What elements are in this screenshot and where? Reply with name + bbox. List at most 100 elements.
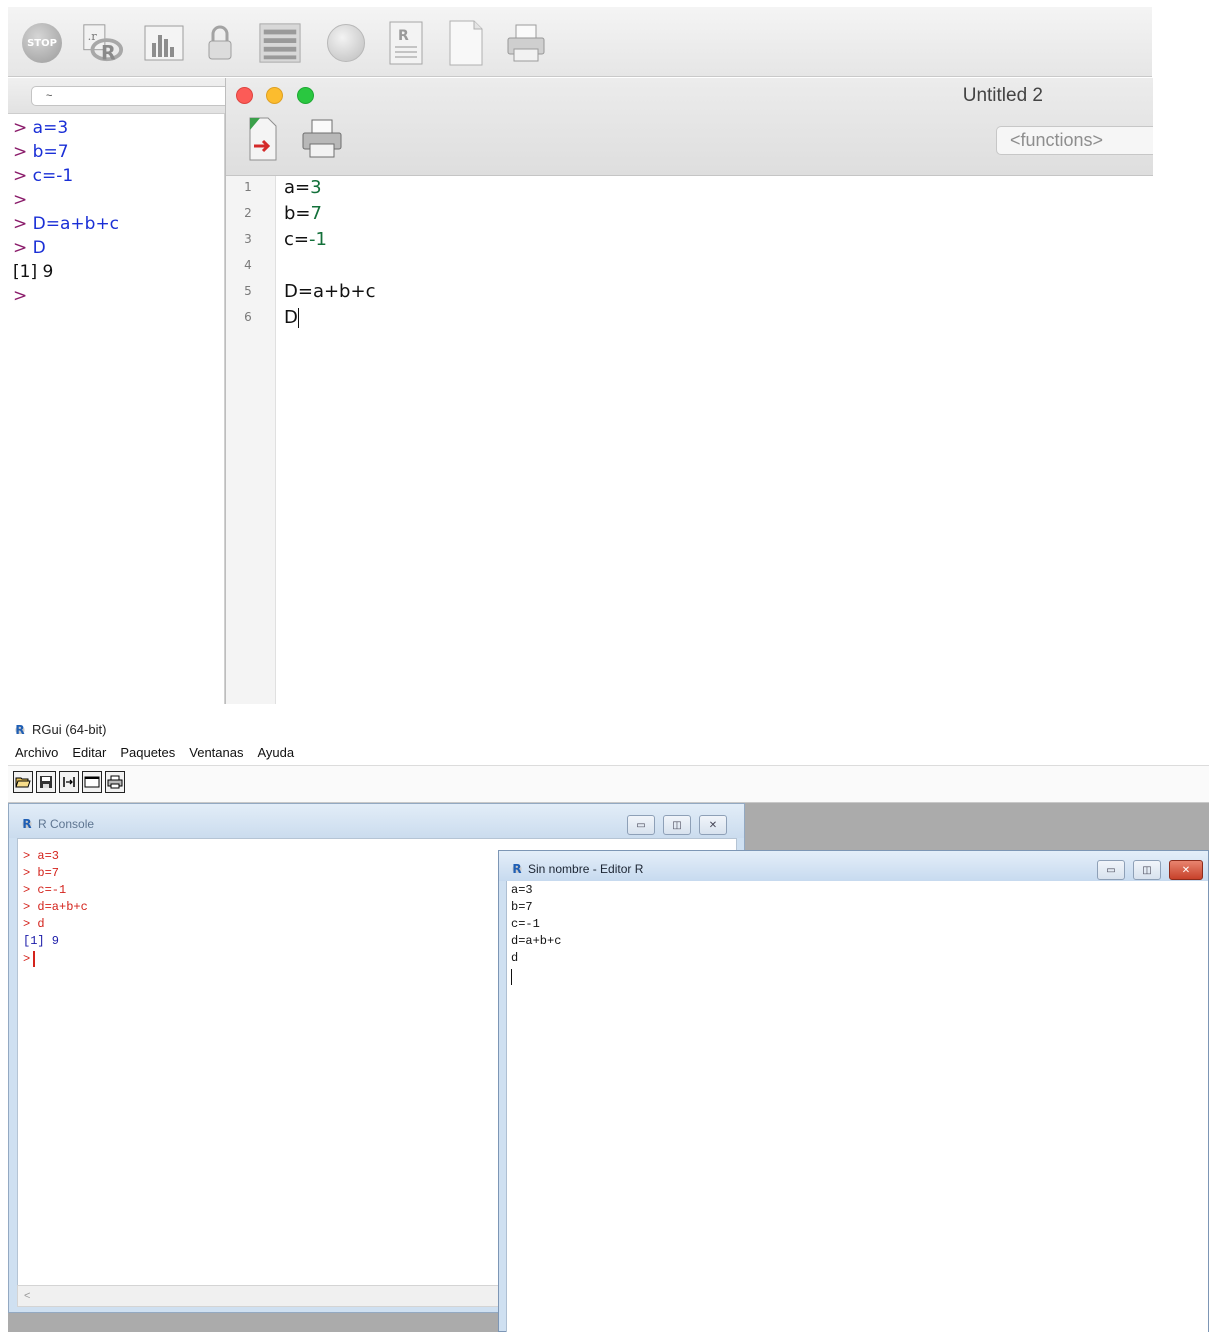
mac-script-editor: Untitled 2 <functions> 1 2 3 4 5 6 a=3 b…: [225, 78, 1153, 704]
source-file-button[interactable]: [246, 116, 280, 167]
code-number: -1: [308, 229, 327, 250]
svg-text:R: R: [398, 28, 409, 44]
console-command: c=-1: [27, 166, 74, 186]
console-line: > b=7: [13, 142, 69, 162]
text-cursor: [33, 951, 36, 967]
code-text: c=: [284, 229, 309, 250]
line-number: 1: [244, 180, 252, 194]
editor-line: b=7: [511, 900, 533, 914]
lock-icon: [208, 25, 232, 60]
r-editor-titlebar[interactable]: R Sin nombre - Editor R ▭ ◫ ✕: [499, 851, 1208, 881]
working-directory-bar: ~: [8, 78, 231, 114]
source-script-button[interactable]: .r R: [80, 21, 124, 65]
console-command: a=3: [27, 118, 69, 138]
r-editor-text-area[interactable]: a=3 b=7 c=-1 d=a+b+c d: [506, 881, 1208, 1332]
rgui-app-title: R RGui (64-bit): [12, 722, 106, 737]
r-source-icon: .r R: [83, 24, 124, 64]
printer-icon: [507, 24, 545, 62]
console-line: >: [13, 190, 27, 210]
console-input-line[interactable]: >: [23, 951, 36, 967]
focus-console-button[interactable]: [82, 771, 102, 793]
r-editor-window: R Sin nombre - Editor R ▭ ◫ ✕ a=3 b=7 c=…: [498, 850, 1209, 1332]
stop-button[interactable]: STOP: [20, 21, 64, 65]
console-line: > D: [13, 238, 46, 258]
change-directory-button[interactable]: [59, 771, 79, 793]
console-line: > c=-1: [13, 166, 73, 186]
r-console-title-text: R Console: [38, 817, 95, 831]
editor-title: Untitled 2: [962, 85, 1043, 106]
console-prompt: >: [13, 214, 28, 234]
console-line: > a=3: [23, 849, 60, 863]
r-logo-icon: R: [12, 722, 28, 737]
history-button[interactable]: [324, 21, 368, 65]
console-output: [1] 9: [13, 262, 54, 282]
r-logo-icon: R: [509, 862, 525, 876]
menu-editar[interactable]: Editar: [72, 745, 106, 760]
change-dir-icon: [63, 777, 75, 787]
console-line: > a=3: [13, 118, 68, 138]
minimize-button[interactable]: ▭: [627, 815, 655, 835]
code-line: a=3: [284, 177, 322, 198]
close-button[interactable]: ✕: [1169, 860, 1203, 880]
new-document-button[interactable]: [444, 20, 488, 66]
console-command: b=7: [27, 142, 69, 162]
code-line: D=a+b+c: [284, 281, 376, 302]
r-editor-title: R Sin nombre - Editor R: [509, 862, 643, 876]
line-number: 4: [244, 258, 252, 272]
editor-line: c=-1: [511, 917, 540, 931]
editor-line: d=a+b+c: [511, 934, 562, 948]
r-document-icon: R: [389, 21, 423, 65]
editor-print-button[interactable]: [300, 116, 344, 165]
menubar: Archivo Editar Paquetes Ventanas Ayuda: [15, 745, 294, 760]
svg-text:R: R: [101, 41, 116, 64]
console-line: > b=7: [23, 866, 60, 880]
mac-console-pane[interactable]: ~ > a=3 > b=7 > c=-1 > > D=a+b+c > D [1]…: [8, 78, 231, 704]
new-script-button[interactable]: R: [384, 21, 428, 65]
workspace-browser-button[interactable]: [258, 21, 302, 65]
maximize-button[interactable]: ◫: [663, 815, 691, 835]
scroll-left-icon[interactable]: <: [24, 1290, 30, 1302]
console-prompt: >: [23, 952, 31, 967]
print-button[interactable]: [105, 771, 125, 793]
code-number: 7: [310, 203, 322, 224]
code-text: D: [284, 307, 298, 328]
line-number: 3: [244, 232, 252, 246]
open-script-button[interactable]: [13, 771, 33, 793]
zoom-window-button[interactable]: [297, 87, 314, 104]
new-quartz-button[interactable]: [142, 21, 186, 65]
lock-button[interactable]: [198, 21, 242, 65]
minimize-window-button[interactable]: [266, 87, 283, 104]
menu-paquetes[interactable]: Paquetes: [120, 745, 175, 760]
maximize-button[interactable]: ◫: [1133, 860, 1161, 880]
console-line: > d: [23, 917, 45, 931]
rgui-toolbar: [8, 765, 1209, 803]
code-line: D: [284, 307, 299, 328]
line-number-gutter: 1 2 3 4 5 6: [226, 176, 276, 704]
menu-archivo[interactable]: Archivo: [15, 745, 58, 760]
save-icon: [40, 776, 52, 788]
save-workspace-button[interactable]: [36, 771, 56, 793]
console-input-prompt[interactable]: >: [13, 286, 27, 306]
menu-ayuda[interactable]: Ayuda: [257, 745, 294, 760]
console-window-icon: [84, 776, 100, 788]
functions-dropdown[interactable]: <functions>: [996, 126, 1153, 155]
mac-r-toolbar: STOP .r R R: [8, 7, 1152, 77]
console-prompt: >: [13, 166, 28, 186]
close-button[interactable]: ✕: [699, 815, 727, 835]
menu-ventanas[interactable]: Ventanas: [189, 745, 243, 760]
print-button[interactable]: [504, 21, 548, 65]
r-console-titlebar[interactable]: R R Console ▭ ◫ ✕: [9, 804, 744, 838]
console-line: > D=a+b+c: [13, 214, 119, 234]
editor-titlebar: Untitled 2 <functions>: [226, 78, 1153, 176]
minimize-button[interactable]: ▭: [1097, 860, 1125, 880]
working-directory-field[interactable]: ~: [31, 86, 231, 106]
source-file-icon: [249, 117, 277, 161]
console-prompt: >: [13, 142, 28, 162]
gray-circle-icon: [327, 24, 365, 62]
r-console-title: R R Console: [19, 817, 94, 831]
blank-document-icon: [449, 20, 483, 66]
close-icon: ✕: [708, 819, 718, 831]
close-window-button[interactable]: [236, 87, 253, 104]
text-cursor: [297, 308, 299, 328]
r-editor-title-text: Sin nombre - Editor R: [528, 862, 644, 876]
